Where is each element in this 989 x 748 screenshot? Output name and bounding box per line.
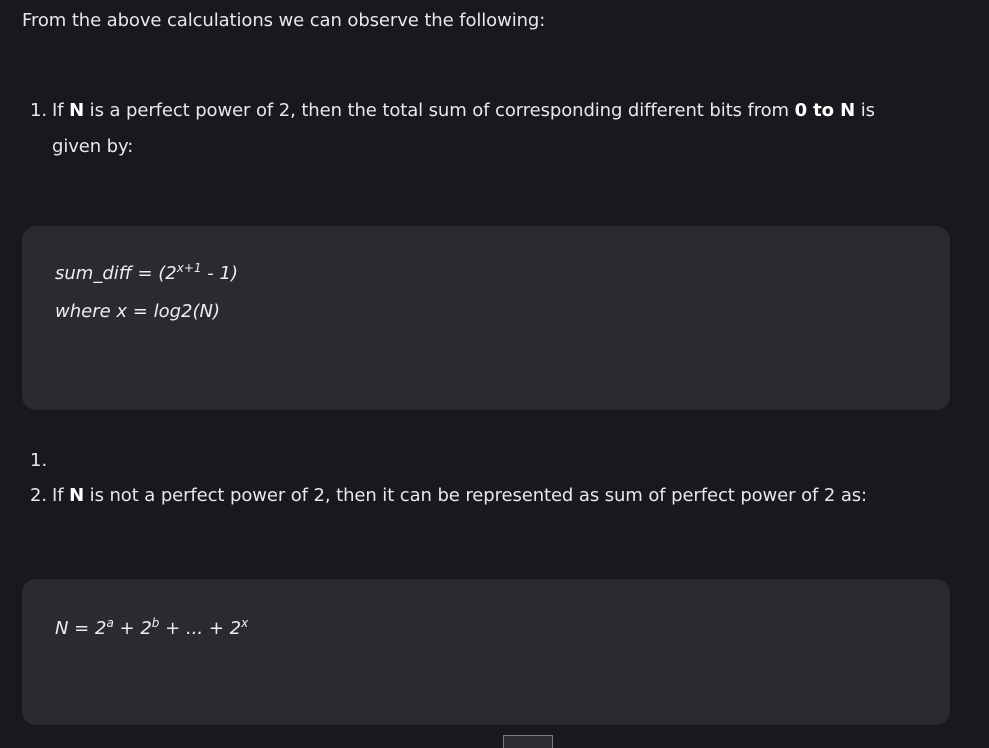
- formula-1-line-1: sum_diff = (2x+1 - 1): [55, 255, 238, 293]
- empty-list-marker: 1.: [30, 450, 48, 471]
- item1-continuation: given by:: [52, 136, 134, 157]
- formula-1-line-2: where x = log2(N): [55, 301, 220, 322]
- formula-2-part-3: + ... + 2: [159, 618, 242, 639]
- article-page: From the above calculations we can obser…: [0, 0, 989, 748]
- item1-text-mid: is a perfect power of 2, then the total …: [84, 100, 795, 121]
- list-number-1: 1.: [30, 100, 47, 121]
- item1-n: N: [69, 100, 85, 121]
- formula-2-part-2: + 2: [113, 618, 152, 639]
- formula-1-line-1-base: sum_diff = (2: [55, 263, 177, 284]
- item2-text-post: is not a perfect power of 2, then it can…: [84, 485, 867, 506]
- formula-1-line-1-tail: - 1): [201, 263, 238, 284]
- formula-1-exponent: x+1: [176, 261, 202, 275]
- item1-text-post: is: [855, 100, 875, 121]
- intro-text: From the above calculations we can obser…: [22, 10, 546, 31]
- item1-text-pre: If: [52, 100, 70, 121]
- list-number-2: 2.: [30, 485, 47, 506]
- partial-element-bottom: [503, 735, 553, 748]
- formula-box-2: N = 2a + 2b + ... + 2x: [22, 579, 950, 725]
- formula-2: N = 2a + 2b + ... + 2x: [55, 610, 248, 648]
- formula-1: sum_diff = (2x+1 - 1) where x = log2(N): [55, 255, 238, 331]
- formula-box-1: sum_diff = (2x+1 - 1) where x = log2(N): [22, 226, 950, 410]
- formula-2-part-1: N = 2: [55, 618, 107, 639]
- item1-range: 0 to N: [794, 100, 856, 121]
- list-item-1: 1. If N is a perfect power of 2, then the…: [30, 93, 960, 165]
- list-item-2: 2. If N is not a perfect power of 2, then…: [30, 481, 867, 511]
- item2-text-pre: If: [52, 485, 70, 506]
- formula-2-exp-a: a: [106, 616, 114, 630]
- formula-2-exp-x: x: [241, 616, 249, 630]
- item2-n: N: [69, 485, 85, 506]
